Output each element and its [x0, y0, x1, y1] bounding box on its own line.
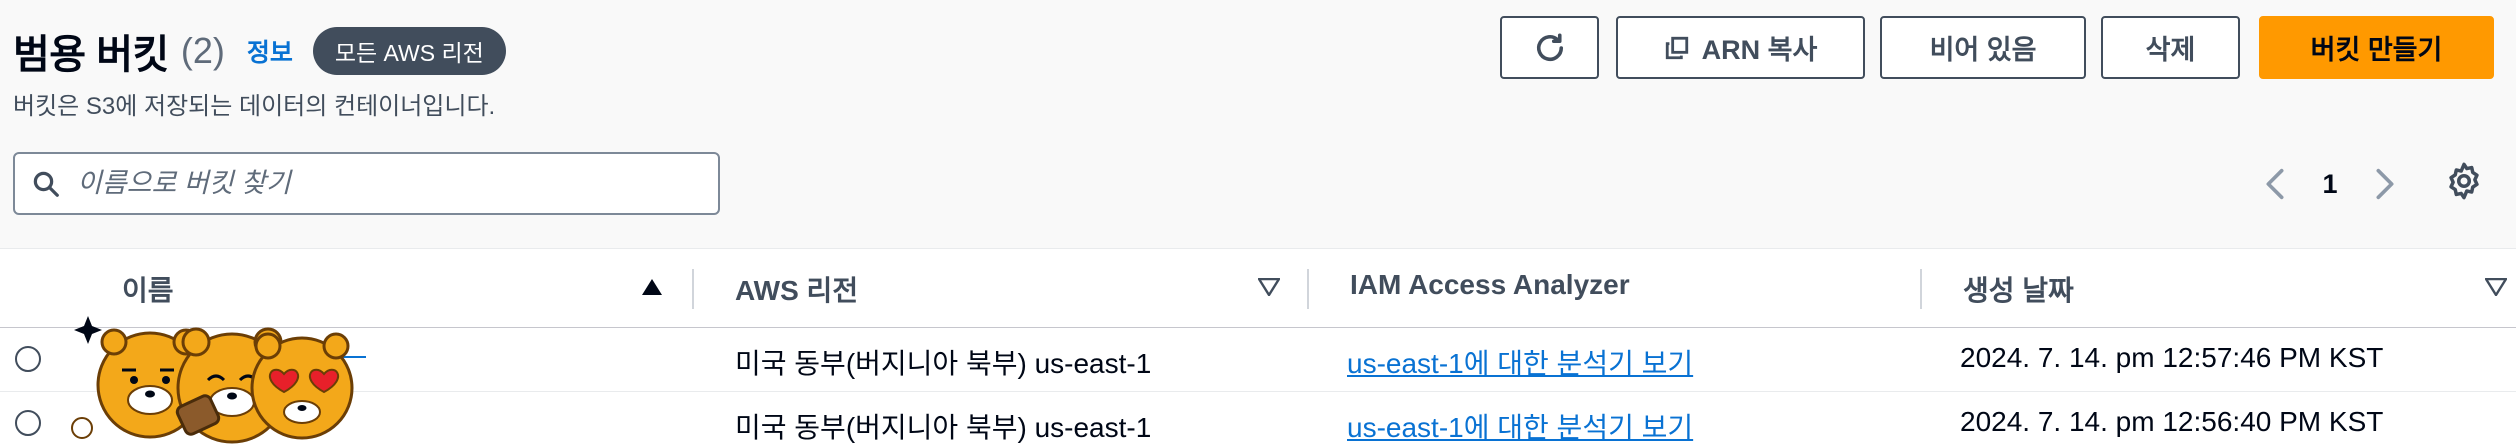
prev-page-icon[interactable] — [2255, 167, 2295, 201]
info-link[interactable]: 정보 — [247, 33, 293, 69]
column-divider[interactable] — [1307, 269, 1309, 309]
page-description: 버킷은 S3에 저장되는 데이터의 컨테이너입니다. — [13, 93, 496, 120]
title-row: 범용 버킷 (2) 정보 모든 AWS 리전 — [13, 22, 506, 80]
table-row[interactable]: 미국 동부(버지니아 북부) us-east-1 us-east-1에 대한 분… — [0, 392, 2516, 445]
refresh-icon — [1532, 30, 1568, 66]
sort-descending-icon[interactable] — [2485, 278, 2507, 296]
copy-arn-label: ARN 복사 — [1701, 35, 1818, 65]
page-title: 범용 버킷 — [13, 33, 169, 77]
search-icon — [31, 169, 61, 199]
create-label: 버킷 만들기 — [2310, 35, 2443, 65]
sort-ascending-icon[interactable] — [641, 278, 663, 296]
copy-icon — [1664, 35, 1690, 61]
analyzer-link[interactable]: us-east-1에 대한 분석기 보기 — [1347, 406, 1693, 445]
row-select-radio[interactable] — [15, 346, 41, 372]
region-badge: 모든 AWS 리전 — [312, 27, 506, 75]
column-header-created[interactable]: 생성 날짜 — [1963, 269, 2074, 309]
bucket-region: 미국 동부(버지니아 북부) us-east-1 — [735, 348, 1152, 379]
column-divider[interactable] — [692, 269, 694, 309]
creation-date: 2024. 7. 14. pm 12:57:46 PM KST — [1960, 342, 2384, 373]
create-bucket-button[interactable]: 버킷 만들기 — [2259, 16, 2494, 79]
row-select-radio[interactable] — [15, 410, 41, 436]
sort-descending-icon[interactable] — [1258, 278, 1280, 296]
refresh-button[interactable] — [1500, 16, 1599, 79]
bucket-region: 미국 동부(버지니아 북부) us-east-1 — [735, 412, 1152, 443]
column-header-analyzer[interactable]: IAM Access Analyzer — [1350, 269, 1630, 301]
empty-button[interactable]: 비어 있음 — [1880, 16, 2086, 79]
search-input[interactable] — [77, 168, 677, 199]
next-page-icon[interactable] — [2365, 167, 2405, 201]
delete-button[interactable]: 삭제 — [2101, 16, 2240, 79]
delete-label: 삭제 — [2145, 35, 2196, 65]
empty-label: 비어 있음 — [1929, 35, 2037, 65]
bucket-count: (2) — [180, 30, 225, 71]
column-divider[interactable] — [1920, 269, 1922, 309]
settings-gear-icon[interactable] — [2443, 160, 2485, 202]
table-header: 이름 AWS 리전 IAM Access Analyzer 생성 날짜 — [0, 248, 2516, 328]
pagination: 1 — [2255, 160, 2405, 208]
page-number[interactable]: 1 — [2295, 169, 2365, 200]
copy-arn-button[interactable]: ARN 복사 — [1616, 16, 1865, 79]
character-sticker-overlay — [71, 316, 354, 444]
search-field[interactable] — [13, 152, 720, 215]
column-header-region[interactable]: AWS 리전 — [735, 269, 858, 309]
analyzer-link[interactable]: us-east-1에 대한 분석기 보기 — [1347, 342, 1693, 382]
creation-date: 2024. 7. 14. pm 12:56:40 PM KST — [1960, 406, 2384, 437]
table-row[interactable]: 미국 동부(버지니아 북부) us-east-1 us-east-1에 대한 분… — [0, 328, 2516, 392]
